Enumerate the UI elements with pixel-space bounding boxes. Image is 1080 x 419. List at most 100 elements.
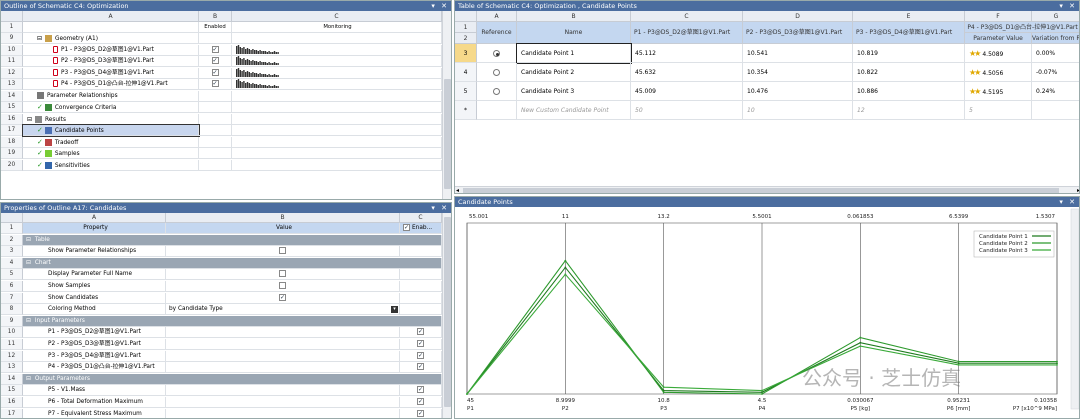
p4-value-cell[interactable]: ★★ 4.5195: [965, 82, 1032, 101]
outline-row[interactable]: 17 ✓ Candidate Points: [1, 124, 442, 137]
property-row[interactable]: 17 P7 - Equivalent Stress Maximum ✓: [1, 408, 442, 418]
chart-scrollbar[interactable]: [1070, 208, 1079, 410]
enabled-cell[interactable]: [199, 90, 232, 102]
enab-checkbox[interactable]: ✓: [417, 363, 424, 371]
candidate-name[interactable]: Candidate Point 1: [516, 43, 632, 64]
outline-row[interactable]: 12 P3 - P3@DS_D4@草图1@V1.Part ✓: [1, 67, 442, 79]
p2-value[interactable]: 10.541: [743, 44, 853, 63]
property-checkbox[interactable]: [279, 270, 286, 278]
property-row[interactable]: 10 P1 - P3@DS_D2@草图1@V1.Part ✓: [1, 327, 442, 339]
properties-scrollbar[interactable]: [442, 213, 451, 418]
series-point[interactable]: [1056, 364, 1058, 366]
panel-window-controls[interactable]: ▾ ✕: [1059, 1, 1077, 11]
enabled-cell[interactable]: [199, 125, 232, 136]
table-header-p3[interactable]: P3 - P3@DS_D4@草图1@V1.Part: [853, 22, 965, 44]
series-point[interactable]: [1056, 360, 1058, 363]
expand-icon[interactable]: ⊟: [37, 35, 42, 42]
candidate-row[interactable]: 5 Candidate Point 3 45.009 10.476 10.886 ★★ 4.…: [455, 82, 1079, 101]
enab-cell[interactable]: ✓: [400, 350, 442, 362]
series-point[interactable]: [761, 391, 763, 394]
section-header[interactable]: ⊟ Chart: [23, 257, 442, 269]
reference-radio[interactable]: [493, 88, 500, 95]
p3-value[interactable]: 10.822: [853, 63, 965, 82]
p4-value-cell[interactable]: 5: [965, 101, 1032, 120]
enab-cell[interactable]: ✓: [400, 362, 442, 374]
enabled-cell[interactable]: [199, 159, 232, 171]
p2-value[interactable]: 10.476: [743, 82, 853, 101]
enabled-checkbox[interactable]: ✓: [211, 57, 219, 64]
collapse-icon[interactable]: ⊟: [26, 260, 31, 266]
property-value[interactable]: by Candidate Type ▾: [166, 304, 400, 316]
enabled-checkbox[interactable]: ✓: [211, 68, 219, 76]
outline-row[interactable]: 20 ✓ Sensitivities: [1, 159, 442, 171]
table-horizontal-scrollbar[interactable]: ◂ ▸: [455, 186, 1079, 193]
reference-cell[interactable]: [477, 44, 517, 63]
outline-item[interactable]: P3 - P3@DS_D4@草图1@V1.Part: [23, 67, 199, 79]
section-header[interactable]: ⊟ Table: [23, 234, 442, 246]
candidate-name[interactable]: New Custom Candidate Point: [517, 101, 631, 120]
enab-cell[interactable]: ✓: [400, 408, 442, 418]
property-value[interactable]: [166, 362, 400, 374]
property-checkbox[interactable]: ✓: [279, 293, 286, 301]
outline-row[interactable]: 19 ✓ Samples: [1, 148, 442, 159]
series-point[interactable]: [859, 345, 862, 348]
enab-checkbox[interactable]: ✓: [417, 351, 424, 359]
candidate-name[interactable]: Candidate Point 3: [517, 82, 631, 101]
enabled-cell[interactable]: ✓: [199, 67, 232, 79]
property-row[interactable]: 15 P5 - V1.Mass ✓: [1, 385, 442, 397]
series-point[interactable]: [564, 259, 567, 262]
collapse-icon[interactable]: ⊟: [26, 237, 31, 243]
outline-item[interactable]: ✓ Samples: [23, 148, 199, 159]
enabled-cell[interactable]: [199, 102, 232, 113]
property-value[interactable]: [166, 408, 400, 418]
outline-item[interactable]: ✓ Tradeoff: [23, 136, 199, 148]
panel-window-controls[interactable]: ▾ ✕: [431, 1, 449, 11]
p2-value[interactable]: 10: [743, 101, 853, 120]
property-row[interactable]: 12 P3 - P3@DS_D4@草图1@V1.Part ✓: [1, 350, 442, 362]
enab-cell[interactable]: ✓: [400, 385, 442, 397]
section-header[interactable]: ⊟ Output Parameters: [23, 373, 442, 385]
p1-value[interactable]: 50: [631, 101, 743, 120]
enab-checkbox[interactable]: ✓: [417, 328, 424, 336]
table-header-p2[interactable]: P2 - P3@DS_D3@草图1@V1.Part: [743, 22, 853, 44]
scroll-left-icon[interactable]: ◂: [456, 187, 459, 193]
p1-value[interactable]: 45.009: [631, 82, 743, 101]
coloring-method-select[interactable]: by Candidate Type: [169, 306, 223, 312]
property-checkbox[interactable]: [279, 282, 286, 289]
enab-cell[interactable]: [400, 281, 442, 292]
series-point[interactable]: [564, 273, 567, 276]
enabled-checkbox[interactable]: ✓: [211, 80, 219, 87]
p1-value[interactable]: 45.632: [631, 63, 743, 82]
property-value[interactable]: ✓: [166, 292, 400, 304]
outline-scrollbar[interactable]: [442, 11, 451, 199]
property-value[interactable]: [166, 397, 400, 408]
section-header[interactable]: ⊟ Input Parameters: [23, 315, 442, 327]
enab-header-checkbox[interactable]: ✓: [403, 224, 410, 231]
enabled-cell[interactable]: ✓: [199, 44, 232, 56]
property-value[interactable]: [166, 246, 400, 258]
enab-cell[interactable]: ✓: [400, 327, 442, 339]
outline-item[interactable]: [23, 22, 199, 33]
outline-item[interactable]: P1 - P3@DS_D2@草图1@V1.Part: [23, 44, 199, 56]
property-value[interactable]: [166, 385, 400, 397]
scrollbar-thumb[interactable]: [463, 188, 1059, 193]
property-value[interactable]: [166, 281, 400, 292]
series-point[interactable]: [761, 393, 763, 395]
candidate-name[interactable]: Candidate Point 2: [517, 63, 631, 82]
reference-radio[interactable]: [493, 50, 500, 57]
property-row[interactable]: 8 Coloring Method by Candidate Type ▾: [1, 304, 442, 316]
enabled-cell[interactable]: [199, 136, 232, 148]
property-row[interactable]: 11 P2 - P3@DS_D3@草图1@V1.Part ✓: [1, 339, 442, 350]
enab-checkbox[interactable]: ✓: [417, 386, 424, 394]
property-row[interactable]: 7 Show Candidates ✓: [1, 292, 442, 304]
table-header-reference[interactable]: Reference: [477, 22, 517, 44]
outline-item[interactable]: Parameter Relationships: [23, 90, 199, 102]
outline-row[interactable]: 14 Parameter Relationships: [1, 90, 442, 102]
outline-row[interactable]: 11 P2 - P3@DS_D3@草图1@V1.Part ✓: [1, 56, 442, 67]
outline-row[interactable]: 15 ✓ Convergence Criteria: [1, 102, 442, 113]
property-row[interactable]: 6 Show Samples: [1, 281, 442, 292]
enabled-cell[interactable]: [199, 148, 232, 159]
p4-value-cell[interactable]: ★★ 4.5089: [965, 44, 1032, 63]
p3-value[interactable]: 12: [853, 101, 965, 120]
series-point[interactable]: [564, 266, 567, 269]
